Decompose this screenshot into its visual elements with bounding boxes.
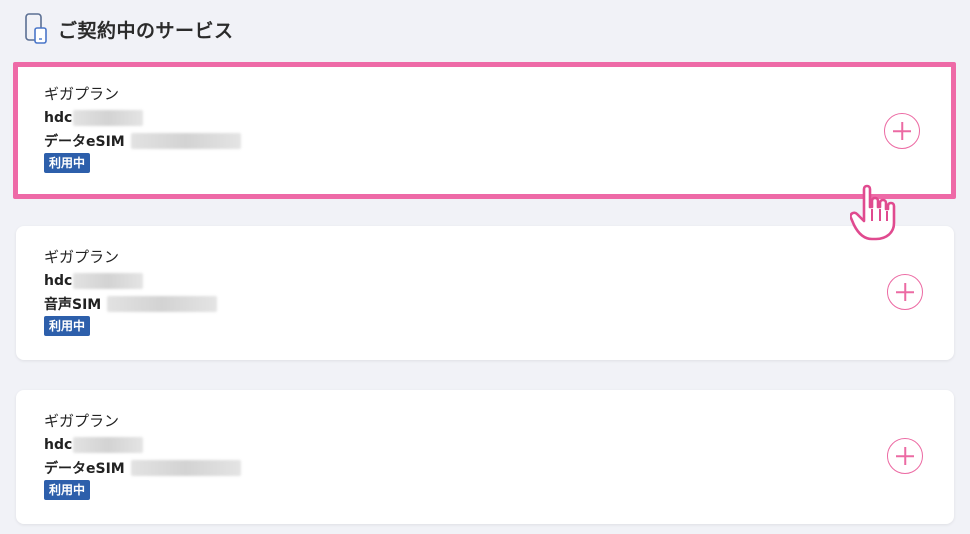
masked-phone-number <box>130 132 241 149</box>
line-type: 音声SIM <box>44 296 102 313</box>
plan-name: ギガプラン <box>44 248 120 266</box>
line-type: データeSIM <box>44 133 125 150</box>
line-type-row: データeSIM <box>44 129 241 152</box>
masked-phone-number <box>130 459 241 476</box>
account-prefix: hdc <box>44 436 73 453</box>
plan-name: ギガプラン <box>44 412 120 430</box>
account-id: hdc <box>44 433 241 456</box>
expand-plus-button[interactable] <box>884 113 920 149</box>
plan-name: ギガプラン <box>44 85 120 103</box>
service-card[interactable]: ギガプラン hdc 音声SIM 利用中 <box>16 226 954 360</box>
account-id: hdc <box>44 269 217 292</box>
status-badge: 利用中 <box>44 480 91 500</box>
smartphone-icon <box>24 13 48 45</box>
masked-account-number <box>73 436 144 453</box>
line-type-row: データeSIM <box>44 456 241 479</box>
line-type: データeSIM <box>44 460 125 477</box>
hand-pointer-icon <box>849 183 898 245</box>
service-card-body: ギガプラン hdc データeSIM 利用中 <box>44 410 241 500</box>
status-badge: 利用中 <box>44 153 91 173</box>
line-type-row: 音声SIM <box>44 292 218 315</box>
expand-plus-button[interactable] <box>887 274 923 310</box>
masked-phone-number <box>107 295 218 312</box>
page-header: ご契約中のサービス <box>24 12 234 46</box>
service-card[interactable]: ギガプラン hdc データeSIM 利用中 <box>13 62 956 199</box>
status-badge: 利用中 <box>44 316 91 336</box>
account-id: hdc <box>44 106 241 129</box>
expand-plus-button[interactable] <box>887 438 923 474</box>
masked-account-number <box>73 109 144 126</box>
account-prefix: hdc <box>44 109 73 126</box>
page-title: ご契約中のサービス <box>58 19 234 42</box>
service-card[interactable]: ギガプラン hdc データeSIM 利用中 <box>16 390 954 524</box>
service-card-body: ギガプラン hdc データeSIM 利用中 <box>44 83 241 173</box>
account-prefix: hdc <box>44 272 73 289</box>
service-card-body: ギガプラン hdc 音声SIM 利用中 <box>44 246 218 336</box>
masked-account-number <box>73 272 144 289</box>
